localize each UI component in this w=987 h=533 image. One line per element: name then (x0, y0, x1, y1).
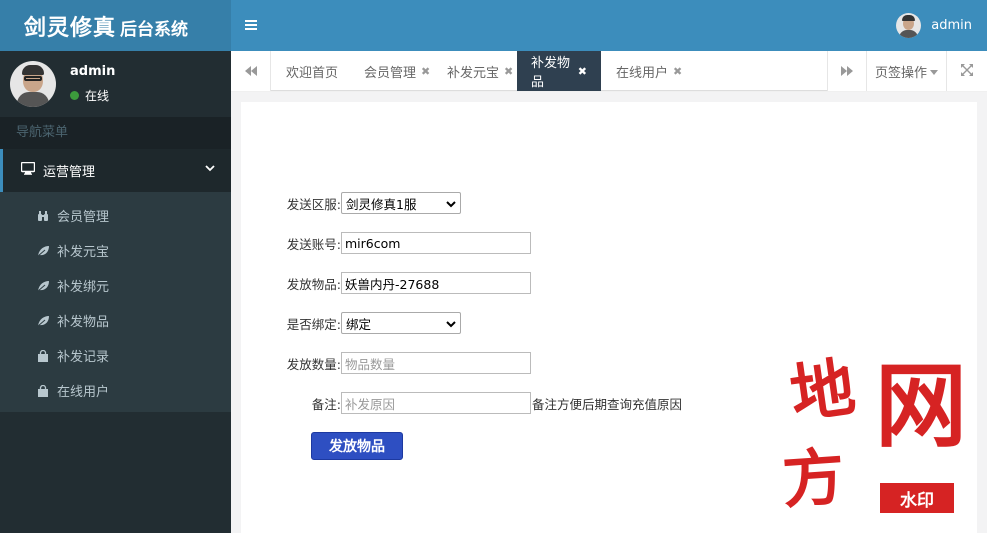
user-panel: admin 在线 (0, 51, 231, 117)
close-icon[interactable]: ✖ (578, 65, 587, 78)
chevron-down-icon (446, 317, 456, 332)
shopping-bag-icon (36, 384, 50, 398)
sidebar-item-resend-yuanbao[interactable]: 补发元宝 (0, 233, 231, 268)
tab-operations-label: 页签操作 (874, 65, 927, 81)
account-input[interactable]: mir6com (341, 232, 531, 254)
sidebar-item-resend-bound-yuan[interactable]: 补发绑元 (0, 268, 231, 303)
form-row-bind: 是否绑定: 绑定 (241, 312, 461, 334)
leaf-icon (36, 314, 50, 328)
tab-label: 欢迎首页 (286, 65, 339, 81)
tab-label: 补发物品 (531, 56, 571, 90)
tab-label: 补发元宝 (447, 65, 500, 81)
user-status: 在线 (70, 87, 115, 104)
leaf-icon (36, 244, 50, 258)
submenu: 会员管理 补发元宝 补发绑元 补发物品 补发记录 在线用户 (0, 192, 231, 412)
logo-subtitle: 后台系统 (120, 20, 189, 40)
avatar (896, 13, 922, 38)
remark-hint: 备注方便后期查询充值原因 (532, 396, 683, 412)
tab-online-users[interactable]: 在线用户 ✖ (602, 51, 696, 91)
logo-title: 剑灵修真 (24, 15, 117, 41)
user-status-label: 在线 (85, 89, 110, 103)
quantity-label: 发放数量: (286, 356, 341, 372)
item-label: 发放物品: (286, 276, 341, 292)
tab-label: 在线用户 (616, 65, 669, 81)
top-header: admin (231, 0, 987, 51)
tab-member-management[interactable]: 会员管理 ✖ (350, 51, 444, 91)
sidebar-item-label: 会员管理 (57, 210, 110, 225)
avatar (10, 61, 56, 107)
sidebar-item-label: 补发记录 (57, 350, 110, 365)
desktop-icon (20, 161, 36, 179)
bind-select-value: 绑定 (346, 316, 372, 332)
form-row-server: 发送区服: 剑灵修真1服 (241, 192, 461, 214)
server-select[interactable]: 剑灵修真1服 (341, 192, 461, 214)
form-row-item: 发放物品: 妖兽内丹-27688 (241, 272, 531, 294)
tab-scroll-left-button[interactable] (231, 51, 271, 91)
remark-input[interactable]: 补发原因 (341, 392, 531, 414)
sidebar-item-online-users[interactable]: 在线用户 (0, 373, 231, 408)
online-dot-icon (70, 91, 79, 100)
binoculars-icon (36, 209, 50, 223)
header-user-menu[interactable]: admin (896, 13, 972, 38)
tab-scroll-right-button[interactable] (827, 51, 867, 91)
close-icon[interactable]: ✖ (504, 65, 513, 78)
resend-items-form: 发送区服: 剑灵修真1服 发送账号: mir6com 发放物品: 妖兽内丹-27… (241, 102, 977, 533)
chevron-down-icon (446, 197, 456, 212)
header-user-name: admin (931, 18, 972, 33)
watermark-badge: 水印 (880, 483, 954, 513)
watermark-char-1: 地 (785, 349, 860, 434)
sidebar: 剑灵修真 后台系统 admin 在线 导航菜单 运营管理 会员管理 补发元宝 补… (0, 0, 231, 533)
caret-down-icon (930, 64, 938, 79)
account-label: 发送账号: (286, 236, 341, 252)
leaf-icon (36, 279, 50, 293)
bind-label: 是否绑定: (286, 316, 341, 332)
bind-select[interactable]: 绑定 (341, 312, 461, 334)
item-input[interactable]: 妖兽内丹-27688 (341, 272, 531, 294)
user-name: admin (70, 64, 116, 79)
watermark-char-3: 网 (875, 352, 968, 460)
sidebar-item-label: 补发元宝 (57, 245, 110, 260)
sidebar-item-member-management[interactable]: 会员管理 (0, 198, 231, 233)
sidebar-item-resend-records[interactable]: 补发记录 (0, 338, 231, 373)
sidebar-item-label: 补发物品 (57, 315, 110, 330)
menu-group-operations[interactable]: 运营管理 (0, 149, 231, 192)
app-logo[interactable]: 剑灵修真 后台系统 (0, 0, 231, 51)
watermark-char-2: 方 (779, 439, 847, 518)
server-select-value: 剑灵修真1服 (346, 196, 417, 212)
fullscreen-button[interactable] (947, 51, 987, 91)
sidebar-item-label: 补发绑元 (57, 280, 110, 295)
close-icon[interactable]: ✖ (673, 65, 682, 78)
close-icon[interactable]: ✖ (421, 65, 430, 78)
form-row-account: 发送账号: mir6com (241, 232, 531, 254)
expand-icon (961, 63, 973, 79)
sidebar-item-resend-items[interactable]: 补发物品 (0, 303, 231, 338)
menu-toggle-icon[interactable] (245, 15, 257, 36)
tab-bar: 欢迎首页 会员管理 ✖ 补发元宝 ✖ 补发物品 ✖ 在线用户 ✖ 页签操作 (231, 51, 987, 91)
menu-group-label: 运营管理 (43, 165, 96, 180)
tab-resend-items[interactable]: 补发物品 ✖ (517, 51, 601, 91)
submit-item-button[interactable]: 发放物品 (311, 432, 403, 460)
tab-operations-dropdown[interactable]: 页签操作 (867, 51, 947, 91)
tab-label: 会员管理 (364, 65, 417, 81)
nav-header: 导航菜单 (0, 117, 231, 149)
tab-welcome[interactable]: 欢迎首页 (272, 51, 352, 91)
remark-label: 备注: (311, 396, 341, 412)
sidebar-item-label: 在线用户 (57, 385, 110, 400)
shopping-bag-icon (36, 349, 50, 363)
form-row-quantity: 发放数量: 物品数量 (241, 352, 531, 374)
chevron-down-icon (205, 162, 215, 177)
quantity-input[interactable]: 物品数量 (341, 352, 531, 374)
server-label: 发送区服: (286, 196, 341, 212)
tab-resend-yuanbao[interactable]: 补发元宝 ✖ (433, 51, 527, 91)
form-row-remark: 备注: 补发原因 备注方便后期查询充值原因 (241, 392, 682, 414)
